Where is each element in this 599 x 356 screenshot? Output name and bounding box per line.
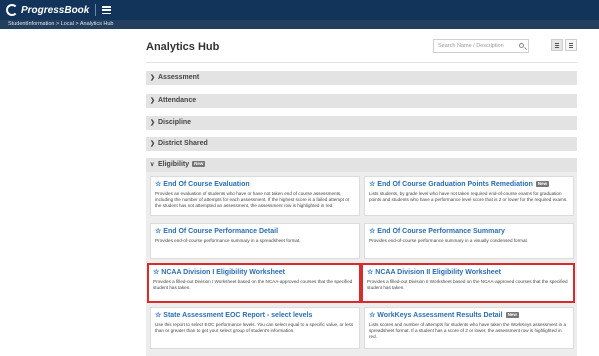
breadcrumb[interactable]: StudentInformation > Local > Analytics H… [0, 20, 599, 29]
report-description: Lists scores and number of attempts for … [369, 322, 567, 339]
report-card[interactable]: ☆ End Of Course Evaluation Provides an ev… [150, 176, 360, 216]
report-description: Provides an evaluation of students who h… [155, 191, 350, 208]
report-card[interactable]: ☆ End Of Course Graduation Points Remedia… [364, 176, 574, 216]
report-title[interactable]: ☆ WorkKeys Assessment Results Detail New [369, 311, 569, 319]
grid-view-button[interactable] [565, 39, 577, 51]
report-card[interactable]: ☆ State Assessment EOC Report - select le… [150, 307, 360, 349]
menu-icon[interactable] [102, 6, 112, 14]
report-title-text: State Assessment EOC Report - select lev… [163, 312, 313, 319]
list-view-button[interactable] [551, 39, 563, 51]
page-title: Analytics Hub [146, 41, 220, 53]
report-card[interactable]: ☆ WorkKeys Assessment Results Detail New L… [364, 307, 574, 349]
section-label: Discipline [158, 119, 192, 126]
new-badge: New [505, 312, 519, 318]
star-icon[interactable]: ☆ [367, 269, 373, 276]
report-description: Provides a filled-out Division II Worksh… [367, 279, 568, 290]
section-label: District Shared [158, 140, 208, 147]
star-icon[interactable]: ☆ [155, 312, 161, 319]
star-icon[interactable]: ☆ [369, 181, 375, 188]
chevron-right-icon: ❯ [150, 75, 156, 81]
report-title-text: End Of Course Graduation Points Remediat… [377, 181, 533, 188]
section-district-shared[interactable]: ❯ District Shared [146, 137, 577, 151]
search-input[interactable]: Search Name / Description [433, 39, 529, 53]
report-title[interactable]: ☆ End Of Course Performance Summary [369, 227, 569, 235]
report-title[interactable]: ☆ End Of Course Graduation Points Remedia… [369, 180, 569, 188]
report-description: Provides end-of-course performance summa… [369, 238, 529, 243]
star-icon[interactable]: ☆ [155, 181, 161, 188]
report-description: Lists students, by grade level who have … [369, 191, 568, 202]
progressbook-logo[interactable]: ProgressBook [6, 4, 89, 16]
star-icon[interactable]: ☆ [155, 228, 161, 235]
report-title[interactable]: ☆ State Assessment EOC Report - select le… [155, 311, 355, 319]
section-label: Eligibility [158, 161, 190, 168]
section-attendance[interactable]: ❯ Attendance [146, 94, 577, 108]
top-bar: ProgressBook [0, 0, 599, 20]
report-title-text: End Of Course Performance Summary [377, 228, 505, 235]
section-eligibility[interactable]: ∨ Eligibility New [146, 158, 577, 172]
section-discipline[interactable]: ❯ Discipline [146, 116, 577, 130]
report-title[interactable]: ☆ NCAA Division I Eligibility Worksheet [153, 268, 355, 276]
chevron-down-icon: ∨ [150, 162, 155, 168]
chevron-right-icon: ❯ [150, 98, 156, 104]
logo-text: ProgressBook [21, 4, 90, 16]
section-label: Attendance [158, 97, 197, 104]
section-label: Assessment [158, 74, 200, 81]
search-placeholder: Search Name / Description [438, 43, 504, 49]
star-icon[interactable]: ☆ [153, 269, 159, 276]
search-icon[interactable] [519, 43, 524, 48]
report-title[interactable]: ☆ End Of Course Performance Detail [155, 227, 355, 235]
report-description: Provides a filled-out Division I Workshe… [153, 279, 353, 290]
chevron-right-icon: ❯ [150, 120, 156, 126]
report-title-text: WorkKeys Assessment Results Detail [377, 312, 503, 319]
report-title-text: NCAA Division II Eligibility Worksheet [375, 269, 501, 276]
report-description: Provides end-of-course performance summa… [155, 238, 301, 243]
star-icon[interactable]: ☆ [369, 228, 375, 235]
star-icon[interactable]: ☆ [369, 312, 375, 319]
report-card[interactable]: ☆ End Of Course Performance Detail Provid… [150, 223, 360, 259]
report-card[interactable]: ☆ End Of Course Performance Summary Provi… [364, 223, 574, 259]
new-badge: New [535, 181, 550, 187]
logo-icon [6, 4, 18, 16]
section-assessment[interactable]: ❯ Assessment [146, 71, 577, 85]
report-title-text: End Of Course Evaluation [163, 181, 250, 188]
report-title-text: NCAA Division I Eligibility Worksheet [161, 269, 285, 276]
chevron-right-icon: ❯ [150, 141, 156, 147]
report-title-text: End Of Course Performance Detail [163, 228, 279, 235]
report-title[interactable]: ☆ NCAA Division II Eligibility Worksheet [367, 268, 569, 276]
report-card-highlighted[interactable]: ☆ NCAA Division II Eligibility Worksheet … [361, 263, 575, 303]
report-card-highlighted[interactable]: ☆ NCAA Division I Eligibility Worksheet P… [147, 263, 361, 303]
new-badge: New [192, 161, 206, 167]
divider [95, 4, 97, 16]
report-description: Use this report to select EOC performanc… [155, 322, 354, 333]
report-title[interactable]: ☆ End Of Course Evaluation [155, 180, 355, 188]
header-divider [146, 62, 577, 63]
